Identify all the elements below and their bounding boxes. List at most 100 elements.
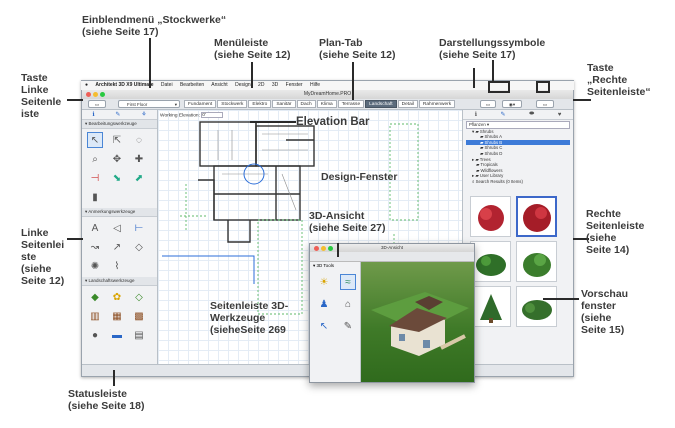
revision-cloud-icon[interactable]: ✺ (87, 258, 103, 274)
arrow-annotation-icon[interactable]: ◁ (109, 220, 125, 236)
app-name-menu[interactable]: Architekt 3D X9 Ultimate (95, 82, 153, 88)
section-label: Anmerkungswerkzeuge (88, 209, 136, 214)
tools-icon[interactable]: ✎ (115, 111, 120, 118)
left-sidebar-toggle-button[interactable]: ▭ (88, 100, 106, 108)
display-eye-icon[interactable]: ◉▾ (502, 100, 522, 108)
dimension-icon[interactable]: ⊢ (131, 220, 147, 236)
leader-line (251, 62, 253, 88)
shrub-thumbnail-selected[interactable] (516, 196, 557, 237)
section-bearbeitungswerkzeuge[interactable]: ▾ Bearbeitungswerkzeuge (82, 120, 157, 129)
extend-icon[interactable]: ⬊ (109, 170, 125, 186)
menu-3d[interactable]: 3D (272, 82, 278, 88)
break-icon[interactable]: ⬈ (131, 170, 147, 186)
paint-icon[interactable]: ✎ (340, 318, 356, 334)
callout-line: Menüleiste (214, 37, 269, 49)
callout-line: Seitenlei (21, 239, 65, 251)
tab-detail[interactable]: Detail (397, 100, 418, 108)
zoom-icon[interactable]: ⌕ (87, 151, 103, 167)
menu-bearbeiten[interactable]: Bearbeiten (180, 82, 204, 88)
tab-rahmenwerk[interactable]: Rahmenwerk (418, 100, 456, 108)
materials-icon[interactable]: ⬬ (529, 111, 534, 118)
tab-stockwerk[interactable]: Stockwerk (217, 100, 248, 108)
pan-icon[interactable]: ✥ (109, 151, 125, 167)
eye-icon[interactable]: ⚘ (141, 111, 146, 118)
tab-dach[interactable]: Dach (296, 100, 316, 108)
floor-select-dropdown[interactable]: First Floor ▾ (118, 100, 180, 108)
search-results[interactable]: ⌕ Search Results (0 Items) (466, 179, 570, 185)
zoom-window-button[interactable] (100, 92, 105, 97)
terrain-icon[interactable]: ◆ (87, 289, 103, 305)
callout-icon[interactable]: ↝ (87, 239, 103, 255)
text-icon[interactable]: A (87, 220, 103, 236)
menu-hilfe[interactable]: Hilfe (310, 82, 320, 88)
callout-seitenleiste-3d-werkzeuge: Seitenleiste 3D- Werkzeuge (sieheSeite 2… (210, 300, 288, 336)
pond-icon[interactable]: ▬ (109, 327, 125, 343)
move-icon[interactable]: ✚ (131, 151, 147, 167)
menu-design[interactable]: Design (235, 82, 251, 88)
note-icon[interactable]: ⌇ (109, 258, 125, 274)
bed-icon[interactable]: ◇ (131, 289, 147, 305)
elevation-input[interactable]: 0' (201, 112, 224, 118)
shrub-thumbnail[interactable] (516, 241, 557, 282)
trim-icon[interactable]: ⊣ (87, 170, 103, 186)
tab-terrasse[interactable]: Terrasse (337, 100, 365, 108)
shrub-thumbnail[interactable] (516, 286, 557, 327)
orbit-icon[interactable]: ↖ (316, 318, 332, 334)
close-window-button[interactable] (86, 92, 91, 97)
sun-icon[interactable]: ☀ (316, 274, 332, 290)
callout-line: Vorschau (581, 288, 629, 300)
view-mode-icon[interactable]: ▭ (480, 100, 496, 108)
library-dropdown[interactable]: Pflanzen ▾ (466, 121, 570, 129)
apple-icon[interactable]: ● (85, 82, 88, 88)
deck-icon[interactable]: ▤ (131, 327, 147, 343)
section-anmerkungswerkzeuge[interactable]: ▾ Anmerkungswerkzeuge (82, 208, 157, 217)
shrub-thumbnail[interactable] (470, 241, 511, 282)
callout-line: Taste (587, 62, 614, 74)
leader-icon[interactable]: ↗ (109, 239, 125, 255)
3d-render-view[interactable] (361, 262, 474, 382)
leader-line (492, 60, 494, 82)
leader-line (149, 38, 151, 88)
minimize-3d-button[interactable] (321, 245, 326, 251)
info-icon[interactable]: ℹ (475, 111, 477, 118)
tab-klima[interactable]: Klima (316, 100, 337, 108)
path-icon[interactable]: ● (87, 327, 103, 343)
menu-2d[interactable]: 2D (258, 82, 264, 88)
eyedropper-icon[interactable]: ▮ (87, 189, 103, 205)
tab-fundament[interactable]: Fundament (184, 100, 217, 108)
right-sidebar-toggle-button[interactable]: ▭ (536, 100, 554, 108)
marker-icon[interactable]: ◇ (131, 239, 147, 255)
lasso-icon[interactable]: ◌ (131, 132, 147, 148)
favorites-icon[interactable]: ♥ (558, 112, 562, 118)
shrub-thumbnail[interactable] (470, 286, 511, 327)
callout-rechte-seitenleiste: Rechte Seitenleiste (siehe Seite 14) (586, 208, 644, 256)
minimize-window-button[interactable] (93, 92, 98, 97)
select-arrow-icon[interactable]: ↖ (87, 132, 103, 148)
info-icon[interactable]: ℹ (92, 111, 94, 118)
menu-datei[interactable]: Datei (161, 82, 173, 88)
tab-elektro[interactable]: Elektro (248, 100, 272, 108)
close-3d-button[interactable] (314, 245, 319, 251)
fence-icon[interactable]: ▥ (87, 308, 103, 324)
menu-ansicht[interactable]: Ansicht (211, 82, 227, 88)
library-icon[interactable]: ✎ (501, 111, 506, 118)
callout-line: Seitenleiste“ (587, 86, 651, 98)
menu-fenster[interactable]: Fenster (286, 82, 303, 88)
gate-icon[interactable]: ▦ (109, 308, 125, 324)
multi-select-icon[interactable]: ⇱ (109, 132, 125, 148)
tab-sanitaer[interactable]: Sanitär (272, 100, 296, 108)
library-dropdown-value: Pflanzen (469, 122, 486, 127)
plant-icon[interactable]: ✿ (109, 289, 125, 305)
callout-line: Seitenleiste (586, 220, 645, 232)
zoom-3d-button[interactable] (328, 245, 333, 251)
shrub-thumbnail[interactable] (470, 196, 511, 237)
camera-icon[interactable]: ⌂ (340, 296, 356, 312)
callout-line: Linke (21, 227, 49, 239)
shed-icon[interactable]: ▩ (131, 308, 147, 324)
section-landschaftswerkzeuge[interactable]: ▾ Landschaftswerkzeuge (82, 277, 157, 286)
callout-line: Plan-Tab (319, 37, 363, 49)
tab-landschaft[interactable]: Landschaft (365, 100, 397, 108)
walkthrough-icon[interactable]: ♟ (316, 296, 332, 312)
terrain-3d-icon[interactable]: ≈ (340, 274, 356, 290)
3d-tools-sidebar: ▾ 3D Tools ☀ ≈ ♟ ⌂ ↖ ✎ (310, 262, 361, 382)
